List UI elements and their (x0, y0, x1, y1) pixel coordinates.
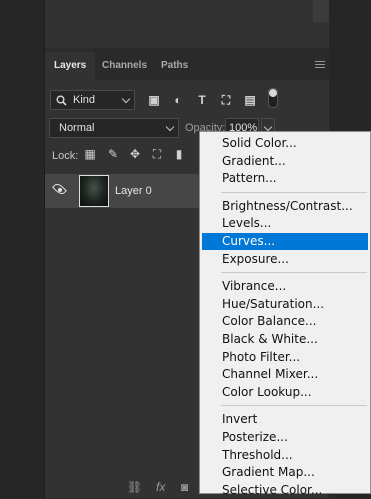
menu-item-exposure[interactable]: Exposure... (202, 251, 368, 268)
search-icon (56, 95, 67, 106)
menu-item-pattern[interactable]: Pattern... (202, 170, 368, 187)
menu-separator (221, 272, 367, 274)
blend-mode-select[interactable]: Normal (49, 118, 179, 138)
tab-channels[interactable]: Channels (93, 52, 156, 80)
lock-label: Lock: (52, 150, 79, 162)
menu-separator (221, 405, 367, 407)
menu-item-gradient-map[interactable]: Gradient Map... (202, 464, 368, 481)
menu-item-photo-filter[interactable]: Photo Filter... (202, 349, 368, 366)
menu-item-threshold[interactable]: Threshold... (202, 447, 368, 464)
menu-item-channel-mixer[interactable]: Channel Mixer... (202, 366, 368, 383)
shape-filter-icon[interactable]: ⛶ (219, 93, 233, 107)
smart-object-filter-icon[interactable]: ▤ (243, 93, 257, 107)
link-icon[interactable]: ⛓ (127, 480, 142, 494)
menu-item-hue-saturation[interactable]: Hue/Saturation... (202, 296, 368, 313)
lock-artboard-icon[interactable]: ⛶ (150, 147, 164, 161)
menu-item-selective-color[interactable]: Selective Color... (202, 482, 368, 499)
mask-icon[interactable]: ◙ (181, 480, 188, 494)
filter-kind-select[interactable]: Kind (50, 90, 135, 110)
lock-all-icon[interactable]: ▮ (172, 147, 186, 161)
chevron-down-icon (263, 122, 273, 132)
panel-tab-bar: Layers Channels Paths (45, 52, 329, 80)
menu-item-color-balance[interactable]: Color Balance... (202, 313, 368, 330)
menu-item-curves[interactable]: Curves... (202, 233, 368, 250)
blend-mode-value: Normal (59, 122, 95, 134)
menu-item-black-white[interactable]: Black & White... (202, 331, 368, 348)
chevron-down-icon (121, 94, 131, 104)
menu-item-posterize[interactable]: Posterize... (202, 429, 368, 446)
menu-separator (221, 191, 367, 193)
fx-icon[interactable]: fx (156, 480, 165, 494)
layer-thumbnail[interactable] (79, 175, 109, 207)
menu-item-brightness-contrast[interactable]: Brightness/Contrast... (202, 198, 368, 215)
eye-pupil (58, 188, 62, 192)
left-gutter (0, 0, 45, 498)
lock-image-icon[interactable]: ✎ (106, 147, 120, 161)
adjustment-filter-icon[interactable]: ◐ (171, 93, 185, 107)
upper-panel (45, 0, 329, 48)
pixel-filter-icon[interactable]: ▣ (147, 93, 161, 107)
menu-item-vibrance[interactable]: Vibrance... (202, 278, 368, 295)
menu-item-solid-color[interactable]: Solid Color... (202, 135, 368, 152)
menu-item-invert[interactable]: Invert (202, 411, 368, 428)
layer-name[interactable]: Layer 0 (115, 185, 152, 197)
type-filter-icon[interactable]: T (195, 93, 209, 107)
tab-paths[interactable]: Paths (152, 52, 197, 80)
panel-menu-icon[interactable] (315, 61, 325, 70)
adjustment-menu: Solid Color... Gradient... Pattern... Brigh… (199, 131, 371, 497)
chevron-down-icon (165, 122, 175, 132)
tab-layers[interactable]: Layers (45, 52, 96, 80)
menu-item-color-lookup[interactable]: Color Lookup... (202, 384, 368, 401)
upper-panel-scrollbar[interactable] (313, 0, 329, 22)
menu-item-gradient[interactable]: Gradient... (202, 153, 368, 170)
filter-kind-label: Kind (73, 94, 96, 106)
filter-toggle[interactable] (268, 88, 278, 108)
lock-transparent-icon[interactable]: ▦ (83, 147, 97, 161)
menu-item-levels[interactable]: Levels... (202, 215, 368, 232)
lock-position-icon[interactable]: ✥ (128, 147, 142, 161)
